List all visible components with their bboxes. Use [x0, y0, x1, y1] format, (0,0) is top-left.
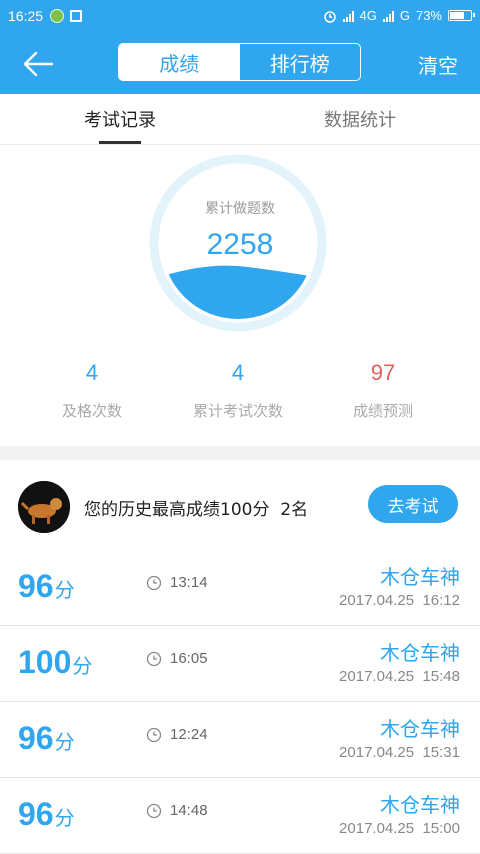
stat-pass-count-value: 4 — [85, 360, 99, 385]
record-score: 96分 — [18, 796, 75, 833]
signal-icon — [342, 10, 354, 22]
record-row[interactable]: 96分 12:24 木仓车神 2017.04.25 15:31 — [0, 702, 480, 778]
clear-button[interactable]: 清空 — [418, 50, 458, 79]
dog-avatar-image — [18, 481, 70, 533]
record-row[interactable]: 96分 13:14 木仓车神 2017.04.25 16:12 — [0, 550, 480, 626]
alarm-icon — [323, 10, 336, 23]
clock-icon — [146, 575, 162, 591]
record-user-name: 木仓车神 — [380, 565, 460, 589]
arrow-left-icon — [23, 51, 54, 77]
start-exam-button[interactable]: 去考试 — [368, 485, 458, 523]
network-4g-label: 4G — [359, 8, 377, 23]
tab-exam-records[interactable]: 考试记录 — [0, 94, 240, 144]
gauge-value: 2258 — [206, 228, 274, 261]
screenshot-notification-icon — [70, 10, 82, 22]
record-score: 96分 — [18, 568, 75, 605]
stat-score-prediction-label: 成绩预测 — [352, 402, 413, 420]
status-right: 4G G 73% — [323, 8, 475, 23]
network-g-label: G — [399, 8, 410, 23]
battery-icon — [448, 10, 475, 21]
tab-data-statistics[interactable]: 数据统计 — [240, 94, 480, 144]
record-user-name: 木仓车神 — [380, 641, 460, 665]
stat-score-prediction: 97 成绩预测 — [303, 360, 463, 421]
record-duration: 14:48 — [170, 802, 208, 819]
record-score-value: 96 — [18, 568, 54, 604]
stat-pass-count-label: 及格次数 — [61, 402, 122, 420]
record-score: 100分 — [18, 644, 92, 681]
notification-icons — [50, 9, 82, 23]
record-user-name: 木仓车神 — [380, 717, 460, 741]
clock-icon — [146, 651, 162, 667]
battery-percent: 73% — [415, 8, 442, 23]
record-score-unit: 分 — [54, 732, 75, 754]
segmented-control: 成绩 排行榜 — [118, 43, 361, 81]
status-bar: 16:25 4G G 73% — [0, 0, 480, 34]
record-date: 2017.04.25 15:48 — [339, 668, 460, 685]
record-date: 2017.04.25 16:12 — [339, 592, 460, 609]
signal-icon-2 — [382, 10, 394, 22]
tab-exam-records-label: 考试记录 — [84, 110, 156, 131]
record-duration: 13:14 — [170, 574, 208, 591]
tab-leaderboard[interactable]: 排行榜 — [240, 44, 361, 80]
record-user-name: 木仓车神 — [380, 793, 460, 817]
clock-icon — [146, 803, 162, 819]
tab-scores[interactable]: 成绩 — [119, 44, 240, 80]
record-duration: 16:05 — [170, 650, 208, 667]
back-button[interactable] — [20, 48, 56, 80]
record-score-value: 100 — [18, 644, 72, 680]
active-tab-indicator — [99, 141, 141, 144]
record-score-value: 96 — [18, 796, 54, 832]
stat-pass-count: 4 及格次数 — [12, 360, 172, 421]
stat-score-prediction-value: 97 — [370, 360, 396, 385]
record-row[interactable]: 96分 14:48 木仓车神 2017.04.25 15:00 — [0, 778, 480, 854]
app-notification-icon — [50, 9, 64, 23]
record-date: 2017.04.25 15:31 — [339, 744, 460, 761]
status-time: 16:25 — [8, 8, 44, 24]
nav-bar: 成绩 排行榜 清空 — [0, 34, 480, 94]
subtabs: 考试记录 数据统计 — [0, 94, 480, 145]
record-score-unit: 分 — [54, 808, 75, 830]
record-score-unit: 分 — [72, 656, 93, 678]
record-score: 96分 — [18, 720, 75, 757]
record-score-value: 96 — [18, 720, 54, 756]
record-date: 2017.04.25 15:00 — [339, 820, 460, 837]
gauge-label: 累计做题数 — [205, 201, 275, 217]
stat-exam-count: 4 累计考试次数 — [158, 360, 318, 421]
stat-exam-count-value: 4 — [231, 360, 245, 385]
avatar[interactable] — [18, 481, 70, 533]
record-score-unit: 分 — [54, 580, 75, 602]
best-score-text: 您的历史最高成绩100分 2名 — [84, 500, 309, 520]
record-duration: 12:24 — [170, 726, 208, 743]
best-score-summary: 您的历史最高成绩100分 2名 去考试 — [0, 460, 480, 550]
section-divider — [0, 446, 480, 460]
tab-data-statistics-label: 数据统计 — [324, 110, 396, 131]
clock-icon — [146, 727, 162, 743]
record-row[interactable]: 100分 16:05 木仓车神 2017.04.25 15:48 — [0, 626, 480, 702]
stat-exam-count-label: 累计考试次数 — [192, 402, 283, 420]
